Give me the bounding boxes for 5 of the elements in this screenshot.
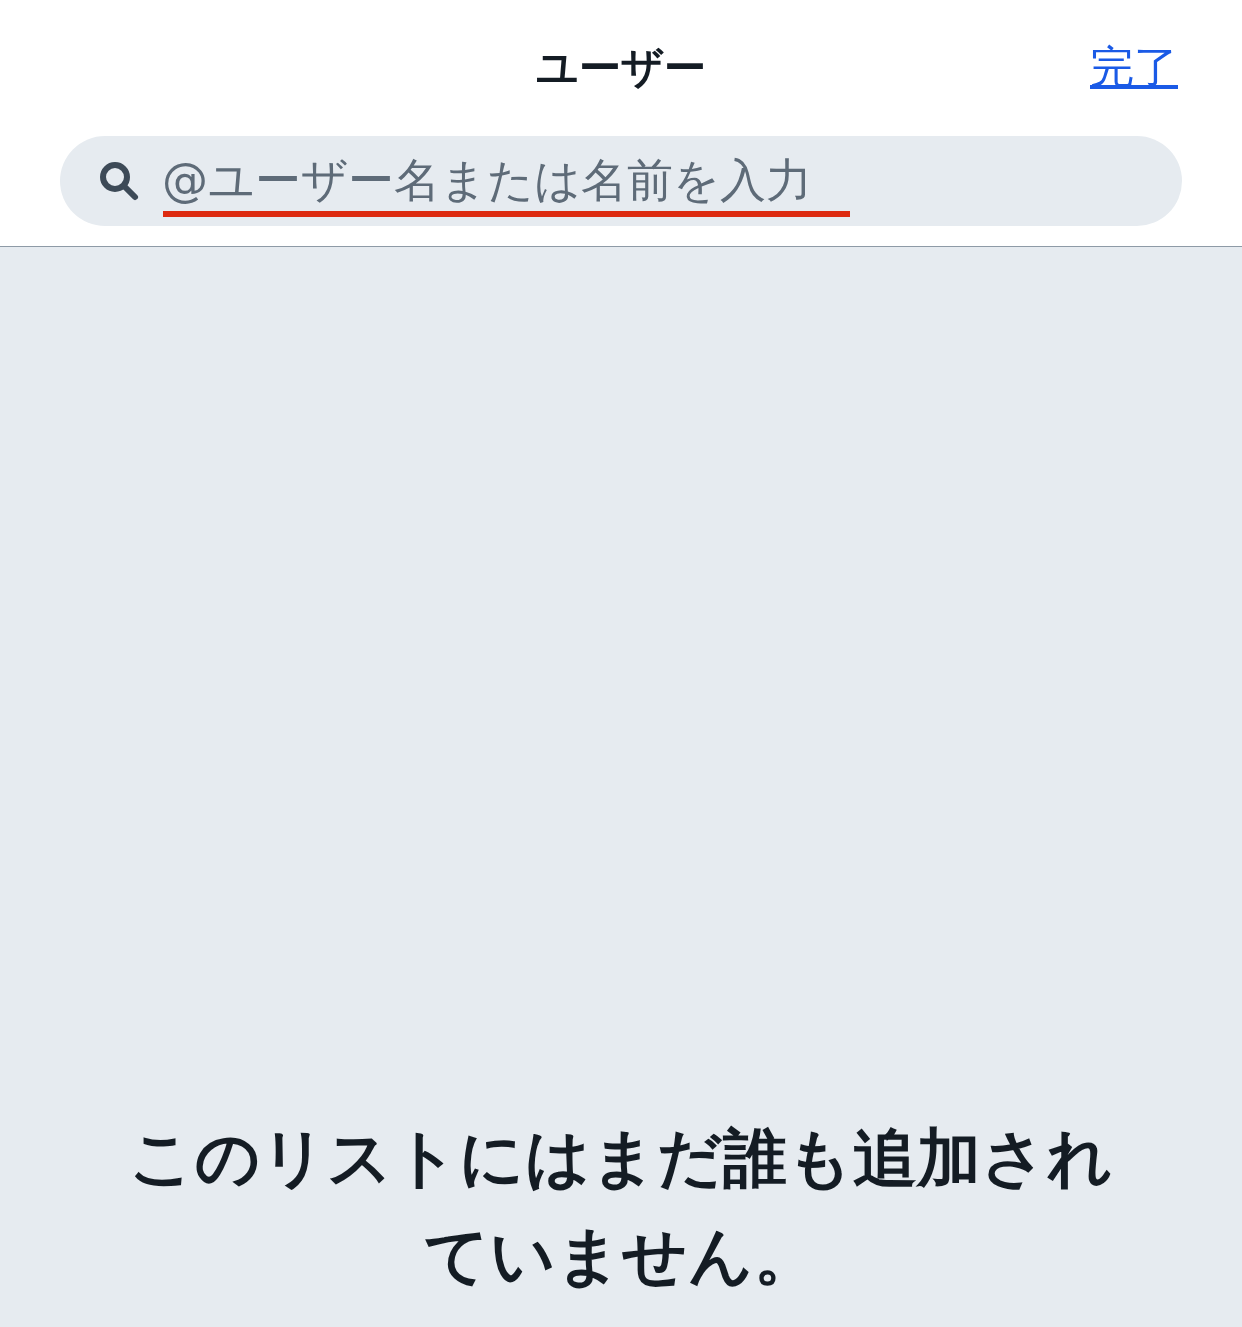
search-field[interactable]: @ユーザー名または名前を入力: [60, 136, 1182, 226]
search-icon: [98, 160, 140, 202]
screen-title: ユーザー: [536, 42, 706, 94]
done-link[interactable]: 完了: [1090, 38, 1178, 97]
empty-message: このリストにはまだ誰も追加されていません。: [128, 1120, 1114, 1295]
